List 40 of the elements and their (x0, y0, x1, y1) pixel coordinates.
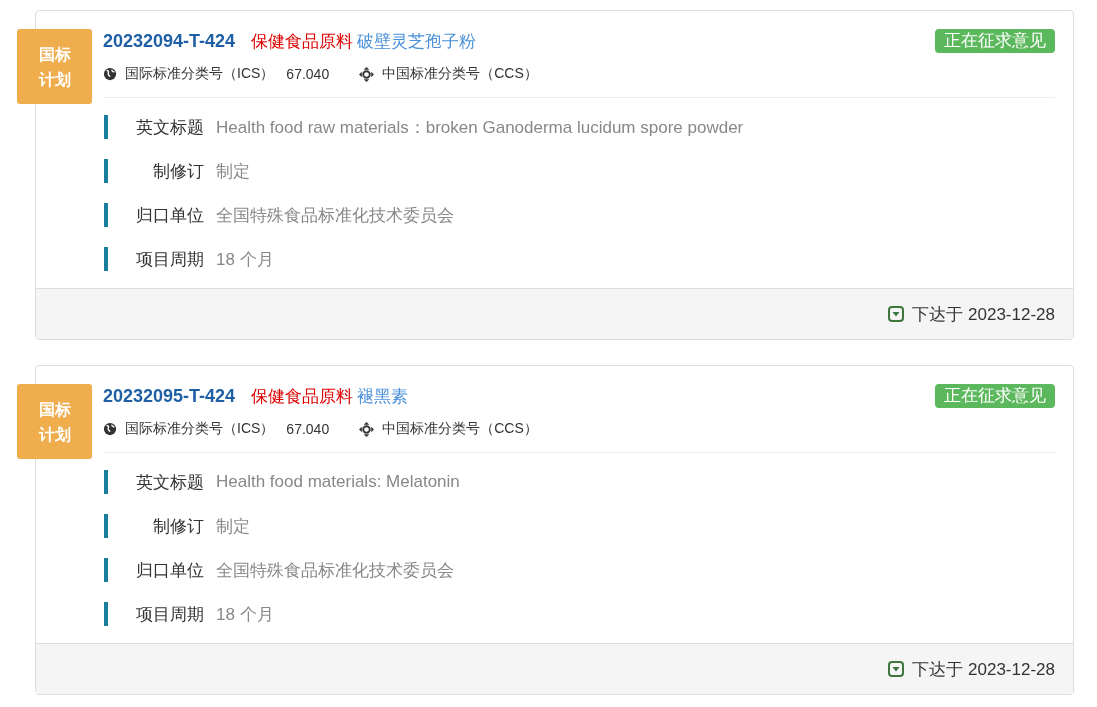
ics-value: 67.040 (286, 66, 330, 82)
field-label: 归口单位 (135, 204, 204, 227)
ics-label: 国际标准分类号（ICS） (125, 65, 275, 83)
ics-label: 国际标准分类号（ICS） (125, 420, 275, 438)
field-value: 制定 (216, 515, 250, 538)
field-label: 英文标题 (135, 471, 204, 494)
field-value: Health food raw materials：broken Ganoderma lucidum spore powder (216, 116, 744, 139)
category-label: 保健食品原料 (251, 30, 354, 53)
crosshair-icon (359, 421, 375, 437)
standard-name[interactable]: 褪黑素 (357, 384, 409, 408)
ics-value: 67.040 (286, 421, 330, 437)
field-value: 全国特殊食品标准化技术委员会 (216, 204, 454, 227)
globe-icon (103, 67, 117, 81)
ccs-label: 中国标准分类号（CCS） (382, 420, 538, 438)
field-label: 归口单位 (135, 559, 204, 582)
issue-date: 下达于 2023-12-28 (912, 303, 1055, 326)
standard-name[interactable]: 破壁灵芝孢子粉 (357, 29, 477, 53)
field-value: 18 个月 (216, 603, 274, 626)
plan-badge: 国标计划 (17, 384, 92, 459)
field-value: 18 个月 (216, 248, 274, 271)
caret-down-icon (888, 306, 905, 322)
field-label: 英文标题 (135, 116, 204, 139)
standard-code[interactable]: 20232095-T-424 (103, 385, 236, 407)
globe-icon (103, 422, 117, 436)
status-badge: 正在征求意见 (935, 29, 1055, 53)
field-value: 全国特殊食品标准化技术委员会 (216, 559, 454, 582)
category-label: 保健食品原料 (251, 385, 354, 408)
field-label: 制修订 (152, 515, 204, 538)
status-badge: 正在征求意见 (935, 384, 1055, 408)
field-value: 制定 (216, 160, 250, 183)
field-label: 项目周期 (135, 603, 204, 626)
field-label: 制修订 (152, 160, 204, 183)
field-label: 项目周期 (135, 248, 204, 271)
caret-down-icon (888, 661, 905, 677)
ccs-label: 中国标准分类号（CCS） (382, 65, 538, 83)
field-value: Health food materials: Melatonin (216, 472, 460, 492)
crosshair-icon (359, 66, 375, 82)
issue-date: 下达于 2023-12-28 (912, 658, 1055, 681)
plan-badge: 国标计划 (17, 29, 92, 104)
standard-code[interactable]: 20232094-T-424 (103, 30, 236, 52)
